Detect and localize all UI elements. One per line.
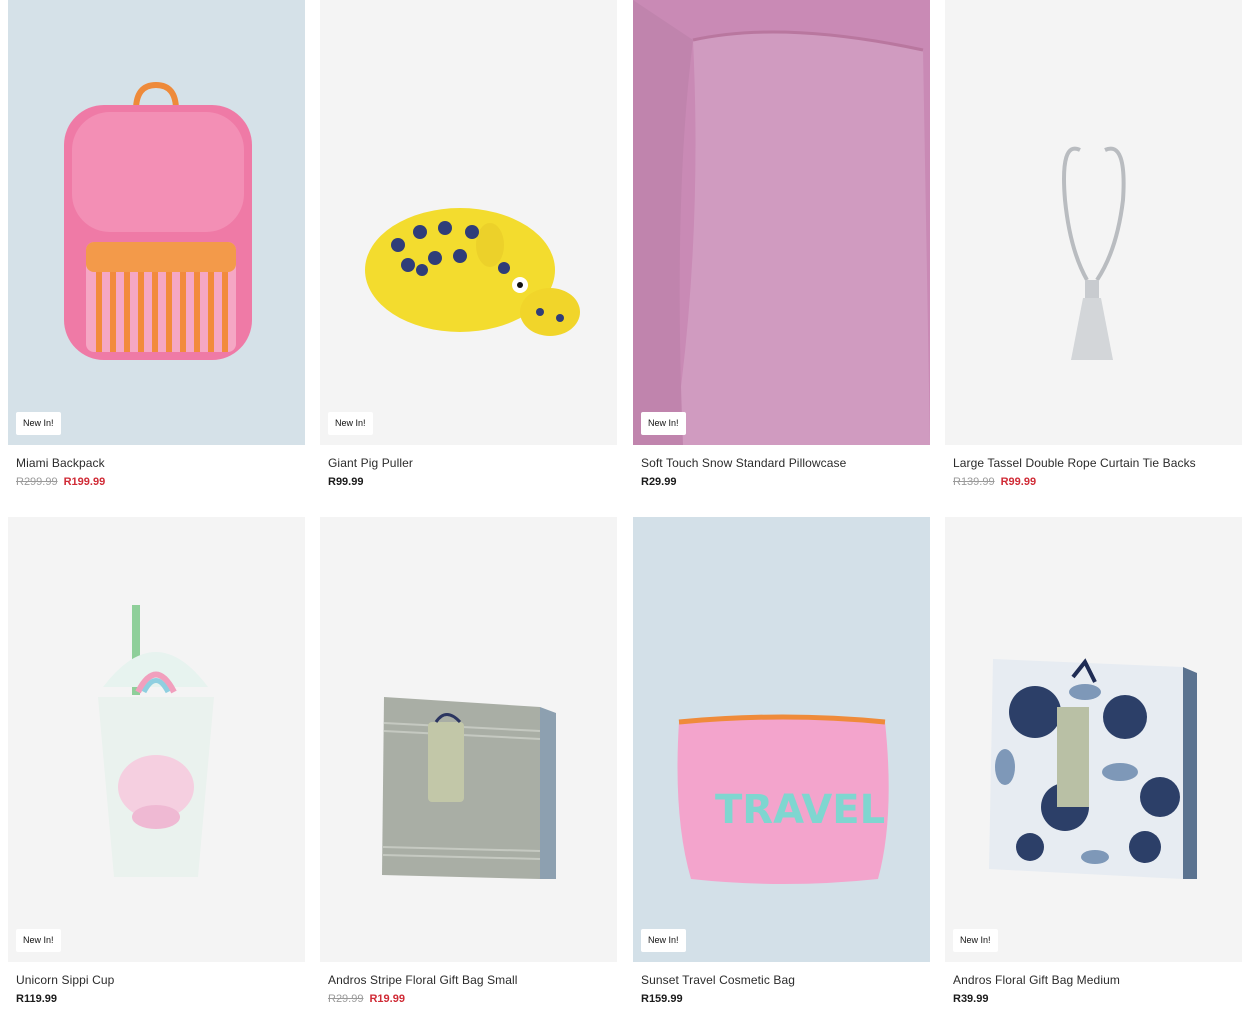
product-name[interactable]: Miami Backpack: [16, 455, 305, 471]
product-image-gift-bag-medium[interactable]: New In!: [945, 517, 1242, 962]
product-image-cosmetic-bag[interactable]: TRAVEL New In!: [633, 517, 930, 962]
product-price: R139.99 R99.99: [953, 474, 1242, 490]
backpack-image: [64, 81, 252, 360]
pig-toy-image: [365, 208, 580, 336]
product-card[interactable]: New In! Soft Touch Snow Standard Pillowc…: [633, 0, 930, 490]
product-card[interactable]: New In! Miami Backpack R299.99 R199.99: [8, 0, 305, 490]
product-price: R299.99 R199.99: [16, 474, 305, 490]
new-in-badge: New In!: [953, 929, 998, 952]
sale-price: R99.99: [1000, 476, 1037, 488]
product-name[interactable]: Soft Touch Snow Standard Pillowcase: [641, 455, 930, 471]
price: R39.99: [953, 993, 989, 1005]
product-image-sippi-cup[interactable]: New In!: [8, 517, 305, 962]
original-price: R139.99: [953, 476, 995, 488]
tassel-image: [1062, 146, 1126, 360]
original-price: R29.99: [328, 993, 364, 1005]
product-card[interactable]: TRAVEL New In! Sunset Travel Cosmetic Ba…: [633, 517, 930, 1007]
product-image-gift-bag-small[interactable]: [320, 517, 617, 962]
product-price: R29.99: [641, 474, 930, 490]
product-card[interactable]: New In! Andros Floral Gift Bag Medium R3…: [945, 517, 1242, 1007]
sale-price: R19.99: [369, 993, 405, 1005]
new-in-badge: New In!: [641, 412, 686, 435]
product-card[interactable]: Andros Stripe Floral Gift Bag Small R29.…: [320, 517, 617, 1007]
original-price: R299.99: [16, 476, 58, 488]
product-image-tassel[interactable]: [945, 0, 1242, 445]
product-name[interactable]: Large Tassel Double Rope Curtain Tie Bac…: [953, 455, 1242, 471]
travel-print: TRAVEL: [715, 787, 885, 833]
new-in-badge: New In!: [16, 412, 61, 435]
product-name[interactable]: Andros Floral Gift Bag Medium: [953, 972, 1242, 988]
cosmetic-bag-image: TRAVEL: [677, 714, 889, 884]
product-price: R29.99 R19.99: [328, 991, 617, 1007]
product-name[interactable]: Sunset Travel Cosmetic Bag: [641, 972, 930, 988]
sale-price: R199.99: [63, 476, 106, 488]
product-image-pig[interactable]: New In!: [320, 0, 617, 445]
sippi-cup-image: [98, 605, 214, 877]
product-price: R119.99: [16, 991, 305, 1007]
price: R159.99: [641, 993, 683, 1005]
product-price: R99.99: [328, 474, 617, 490]
price: R119.99: [16, 993, 57, 1005]
product-price: R39.99: [953, 991, 1242, 1007]
product-name[interactable]: Andros Stripe Floral Gift Bag Small: [328, 972, 617, 988]
product-card[interactable]: Large Tassel Double Rope Curtain Tie Bac…: [945, 0, 1242, 490]
price: R29.99: [641, 476, 677, 488]
pillowcase-image: [633, 0, 930, 445]
gift-bag-stripe-image: [382, 697, 556, 879]
new-in-badge: New In!: [328, 412, 373, 435]
new-in-badge: New In!: [16, 929, 61, 952]
product-name[interactable]: Unicorn Sippi Cup: [16, 972, 305, 988]
product-price: R159.99: [641, 991, 930, 1007]
product-card[interactable]: New In! Unicorn Sippi Cup R119.99: [8, 517, 305, 1007]
price: R99.99: [328, 476, 364, 488]
product-image-pillowcase[interactable]: New In!: [633, 0, 930, 445]
product-name[interactable]: Giant Pig Puller: [328, 455, 617, 471]
product-image-backpack[interactable]: New In!: [8, 0, 305, 445]
gift-bag-floral-image: [989, 658, 1197, 879]
product-card[interactable]: New In! Giant Pig Puller R99.99: [320, 0, 617, 490]
new-in-badge: New In!: [641, 929, 686, 952]
